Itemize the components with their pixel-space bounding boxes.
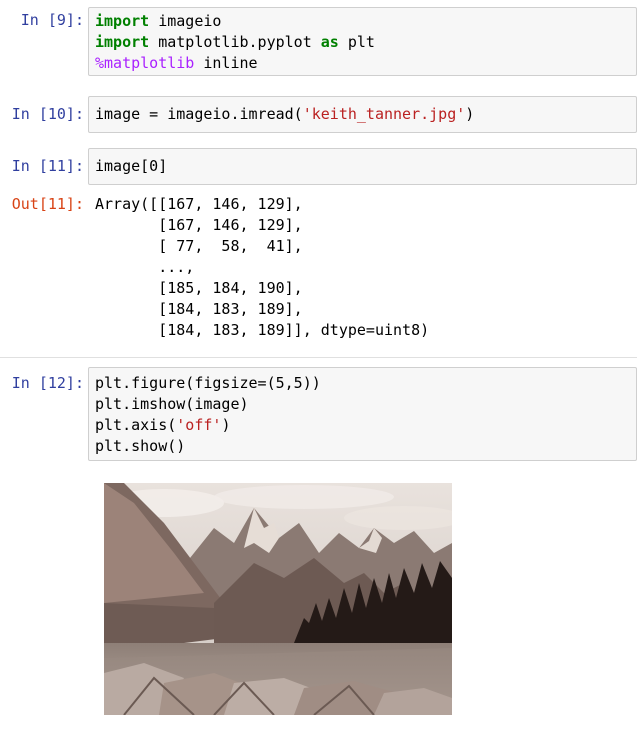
code-line: import imageio [95, 11, 636, 32]
code-editor[interactable]: image[0] [88, 148, 637, 185]
code-token: as [320, 33, 339, 51]
notebook: In [9]: import imageio import matplotlib.… [0, 0, 637, 732]
code-token: plt.show() [95, 437, 186, 455]
input-prompt: In [10]: [11, 105, 84, 123]
code-token: image = imageio.imread( [95, 105, 303, 123]
code-block: import imageio import matplotlib.pyplot a… [89, 8, 636, 74]
output-line: [185, 184, 190], [95, 279, 303, 297]
code-token: image[0] [95, 157, 168, 175]
code-line: plt.imshow(image) [95, 394, 636, 415]
code-token: plt.imshow(image) [95, 395, 249, 413]
output-line: [167, 146, 129], [95, 216, 303, 234]
code-token: 'keith_tanner.jpg' [302, 105, 466, 123]
output-line: [184, 183, 189], [95, 300, 303, 318]
code-line: plt.show() [95, 436, 636, 457]
mountain-lake-image [104, 483, 452, 715]
code-line: plt.axis('off') [95, 415, 636, 436]
code-token: %matplotlib [95, 54, 195, 72]
input-prompt: In [9]: [20, 11, 84, 29]
cell-divider [0, 357, 637, 358]
input-prompt: In [11]: [11, 157, 84, 175]
code-token: inline [194, 54, 258, 72]
code-editor[interactable]: import imageio import matplotlib.pyplot a… [88, 7, 637, 76]
code-token: ) [221, 416, 231, 434]
code-token: ) [465, 105, 475, 123]
code-token: import [95, 12, 150, 30]
output-prompt: Out[11]: [11, 195, 84, 213]
code-token: plt [338, 33, 375, 51]
output-line: [184, 183, 189]], dtype=uint8) [95, 321, 430, 339]
code-token: imageio [149, 12, 222, 30]
code-token: plt.axis( [95, 416, 177, 434]
code-editor[interactable]: plt.figure(figsize=(5,5)) plt.imshow(imag… [88, 367, 637, 461]
output-line: [ 77, 58, 41], [95, 237, 303, 255]
code-token: 'off' [176, 416, 222, 434]
code-line: image[0] [95, 156, 636, 177]
code-editor[interactable]: image = imageio.imread('keith_tanner.jpg… [88, 96, 637, 133]
code-block: image[0] [89, 149, 636, 177]
input-prompt: In [12]: [11, 374, 84, 392]
code-token: import [95, 33, 150, 51]
code-block: plt.figure(figsize=(5,5)) plt.imshow(imag… [89, 368, 636, 457]
code-token: plt.figure(figsize=(5,5)) [95, 374, 321, 392]
output-array-text: Array([[167, 146, 129], [167, 146, 129],… [95, 194, 429, 341]
code-block: image = imageio.imread('keith_tanner.jpg… [89, 97, 636, 125]
code-line: import matplotlib.pyplot as plt [95, 32, 636, 53]
code-token: matplotlib.pyplot [149, 33, 321, 51]
output-line: Array([[167, 146, 129], [95, 195, 303, 213]
code-line: plt.figure(figsize=(5,5)) [95, 373, 636, 394]
output-line: ..., [95, 258, 195, 276]
code-line: %matplotlib inline [95, 53, 636, 74]
code-line: image = imageio.imread('keith_tanner.jpg… [95, 104, 636, 125]
